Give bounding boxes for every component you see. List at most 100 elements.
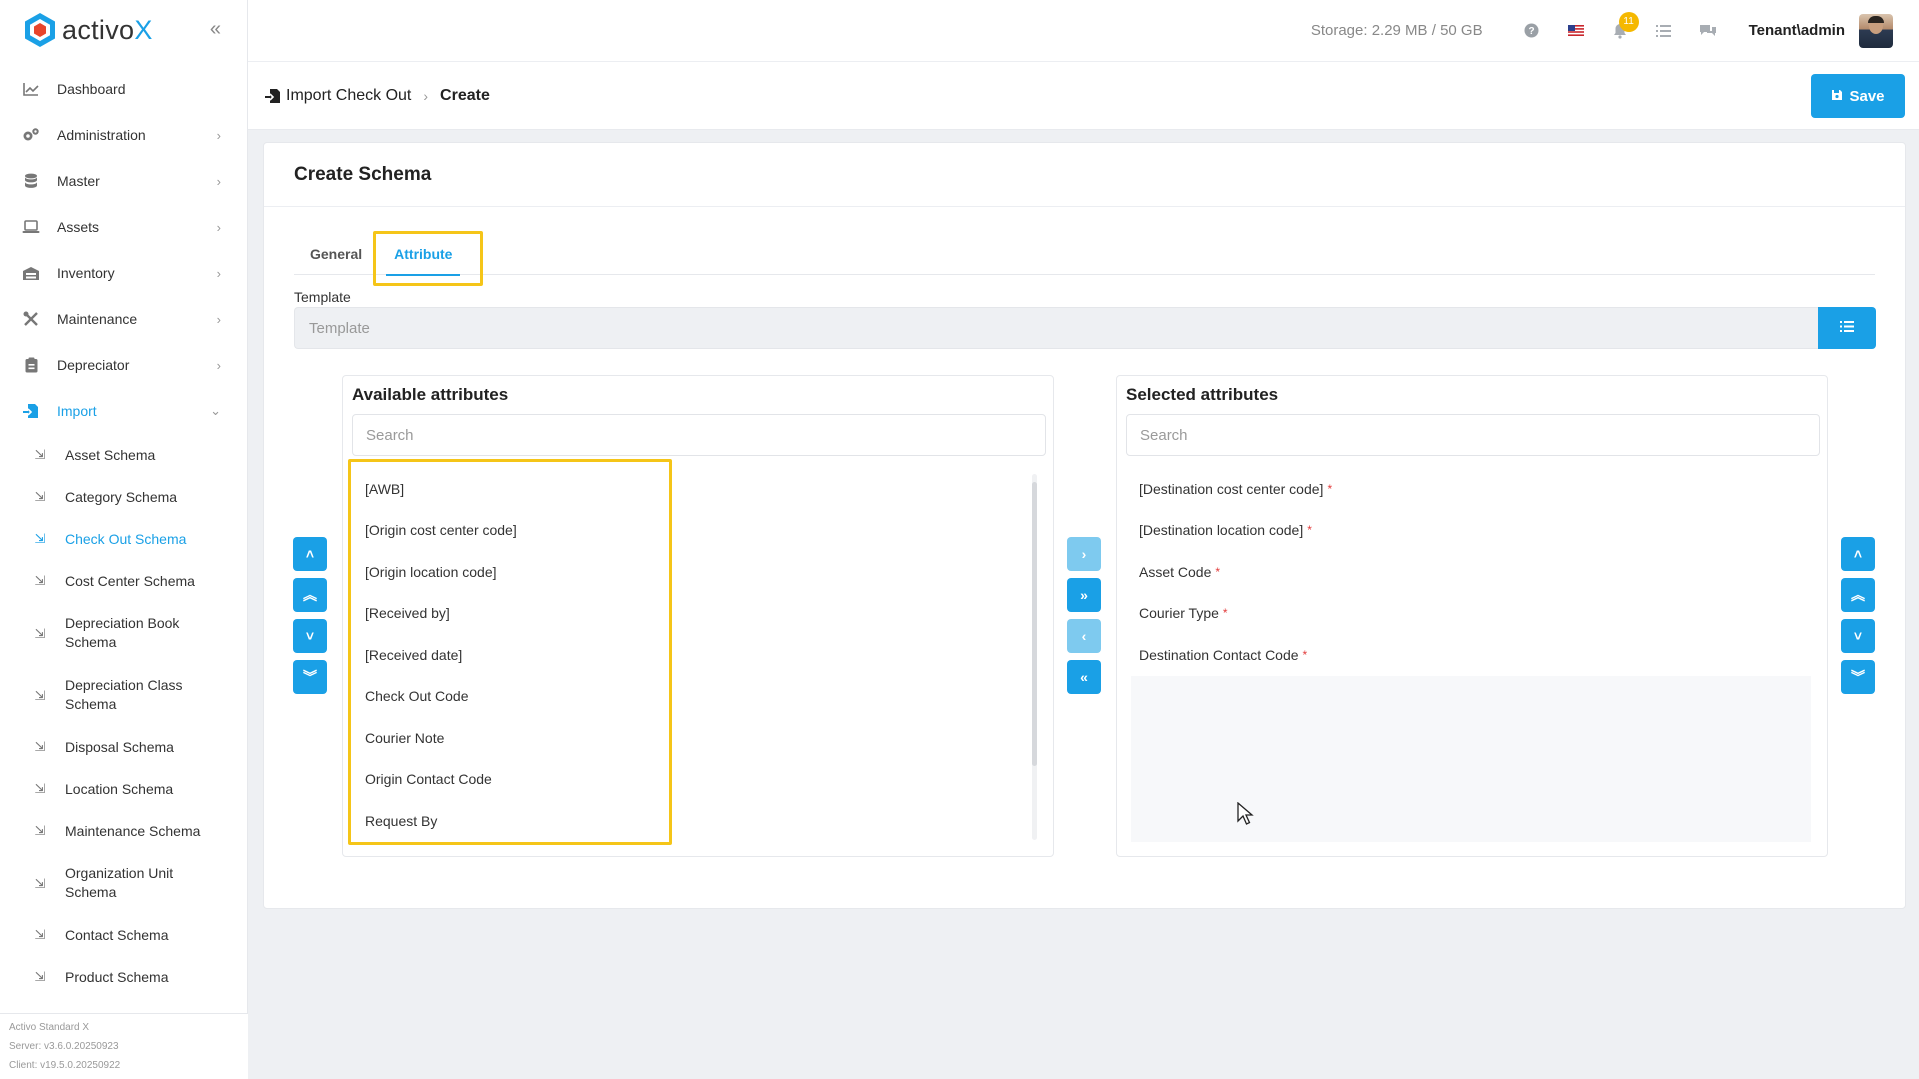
topbar: Storage: 2.29 MB / 50 GB ? 11 Tenant\adm… <box>248 0 1919 62</box>
list-item[interactable]: Courier Note <box>352 717 662 759</box>
save-button[interactable]: Save <box>1811 74 1905 118</box>
list-item[interactable]: [AWB] <box>352 468 662 510</box>
available-attributes-panel: Available attributes [AWB] [Origin cost … <box>342 375 1054 857</box>
available-attributes-title: Available attributes <box>352 385 509 404</box>
chevron-right-icon: › <box>216 311 221 327</box>
sidebar-subitem-depreciation-class-schema[interactable]: ⇲ Depreciation Class Schema <box>0 664 247 726</box>
list-item[interactable]: [Received date] <box>352 634 662 676</box>
sidebar-item-depreciator[interactable]: Depreciator › <box>0 342 247 388</box>
save-button-label: Save <box>1849 87 1885 105</box>
notification-bell-icon[interactable]: 11 <box>1609 11 1639 42</box>
list-item[interactable]: Asset Code * <box>1126 551 1820 593</box>
drop-zone[interactable] <box>1131 676 1811 842</box>
tab-general[interactable]: General <box>294 233 378 275</box>
sidebar-item-master[interactable]: Master › <box>0 158 247 204</box>
list-item[interactable]: Check Out Code <box>352 676 662 718</box>
template-picker-button[interactable] <box>1818 307 1876 349</box>
list-item-label: Destination Contact Code <box>1139 646 1299 663</box>
double-chevron-left-icon: « <box>1080 669 1088 685</box>
import-file-icon: ⇲ <box>34 781 46 796</box>
sidebar-subitem-product-schema[interactable]: ⇲ Product Schema <box>0 956 247 998</box>
tools-icon <box>22 310 40 328</box>
logo[interactable]: activoX « <box>0 0 247 60</box>
sidebar-item-maintenance[interactable]: Maintenance › <box>0 296 247 342</box>
sidebar-subitem-label: Category Schema <box>65 489 178 505</box>
selected-move-bottom-button[interactable]: ︾ <box>1841 660 1875 694</box>
list-item[interactable]: Destination Contact Code * <box>1126 634 1820 676</box>
sidebar: activoX « Dashboard Administration › Mas… <box>0 0 248 1079</box>
move-bottom-button[interactable]: ︾ <box>293 660 327 694</box>
move-all-right-button[interactable]: » <box>1067 578 1101 612</box>
sidebar-item-inventory[interactable]: Inventory › <box>0 250 247 296</box>
scrollbar-thumb[interactable] <box>1032 482 1037 766</box>
available-attributes-list: [AWB] [Origin cost center code] [Origin … <box>352 468 662 842</box>
sidebar-subitem-maintenance-schema[interactable]: ⇲ Maintenance Schema <box>0 810 247 852</box>
help-icon[interactable]: ? <box>1521 20 1543 42</box>
sidebar-item-label: Maintenance <box>57 311 138 327</box>
sidebar-item-import[interactable]: Import ⌄ <box>0 388 247 434</box>
list-item[interactable]: Request By <box>352 800 662 842</box>
tab-attribute[interactable]: Attribute <box>378 233 468 276</box>
selected-search-input[interactable] <box>1126 414 1820 456</box>
collapse-sidebar-icon[interactable]: « <box>210 18 221 41</box>
sidebar-subitem-asset-schema[interactable]: ⇲ Asset Schema <box>0 434 247 476</box>
template-field[interactable] <box>294 307 1818 349</box>
import-file-icon: ⇲ <box>34 875 46 891</box>
breadcrumb-parent[interactable]: Import Check Out <box>286 87 411 105</box>
available-scrollbar[interactable] <box>1032 474 1037 840</box>
list-item[interactable]: [Received by] <box>352 593 662 635</box>
available-search-input[interactable] <box>352 414 1046 456</box>
chat-icon[interactable] <box>1697 20 1719 42</box>
sidebar-subitem-label: Maintenance Schema <box>65 823 201 839</box>
selected-attributes-list: [Destination cost center code] * [Destina… <box>1126 468 1820 676</box>
svg-text:?: ? <box>1529 26 1535 37</box>
mouse-cursor-icon <box>1237 802 1254 825</box>
required-marker: * <box>1327 481 1333 496</box>
move-top-button[interactable]: ︽ <box>293 578 327 612</box>
list-item[interactable]: [Origin location code] <box>352 551 662 593</box>
user-name[interactable]: Tenant\admin <box>1749 22 1845 39</box>
import-file-icon: ⇲ <box>34 687 46 703</box>
chevron-right-icon: › <box>216 219 221 235</box>
list-item[interactable]: Courier Type * <box>1126 593 1820 635</box>
list-item[interactable]: Origin Contact Code <box>352 759 662 801</box>
sidebar-subitem-contact-schema[interactable]: ⇲ Contact Schema <box>0 914 247 956</box>
move-down-button[interactable]: ˅ <box>293 619 327 653</box>
chevron-right-icon: › <box>423 87 429 104</box>
chevron-up-icon: ˄ <box>305 546 315 562</box>
sidebar-subitem-check-out-schema[interactable]: ⇲ Check Out Schema <box>0 518 247 560</box>
sidebar-item-assets[interactable]: Assets › <box>0 204 247 250</box>
task-list-icon[interactable] <box>1653 20 1675 42</box>
selected-move-top-button[interactable]: ︽ <box>1841 578 1875 612</box>
chevron-right-icon: › <box>216 127 221 143</box>
sidebar-subitem-organization-unit-schema[interactable]: ⇲ Organization Unit Schema <box>0 852 247 914</box>
sidebar-subitem-depreciation-book-schema[interactable]: ⇲ Depreciation Book Schema <box>0 602 247 664</box>
selected-move-down-button[interactable]: ˅ <box>1841 619 1875 653</box>
sidebar-subitem-disposal-schema[interactable]: ⇲ Disposal Schema <box>0 726 247 768</box>
avatar[interactable] <box>1859 13 1893 48</box>
list-item-label: Courier Type <box>1139 605 1219 622</box>
move-left-button[interactable]: ‹ <box>1067 619 1101 653</box>
selected-move-up-button[interactable]: ˄ <box>1841 537 1875 571</box>
list-item[interactable]: [Destination location code] * <box>1126 510 1820 552</box>
list-item[interactable]: [Destination cost center code] * <box>1126 468 1820 510</box>
move-right-button[interactable]: › <box>1067 537 1101 571</box>
sidebar-item-label: Depreciator <box>57 357 130 373</box>
move-all-left-button[interactable]: « <box>1067 660 1101 694</box>
import-file-icon <box>264 87 282 105</box>
sidebar-subitem-cost-center-schema[interactable]: ⇲ Cost Center Schema <box>0 560 247 602</box>
sidebar-subitem-label: Disposal Schema <box>65 739 174 755</box>
import-file-icon: ⇲ <box>34 823 46 838</box>
sidebar-item-administration[interactable]: Administration › <box>0 112 247 158</box>
list-item[interactable]: [Origin cost center code] <box>352 510 662 552</box>
move-up-button[interactable]: ˄ <box>293 537 327 571</box>
sidebar-item-dashboard[interactable]: Dashboard <box>0 66 247 112</box>
double-chevron-down-icon: ︾ <box>303 669 317 685</box>
sidebar-subitem-category-schema[interactable]: ⇲ Category Schema <box>0 476 247 518</box>
tab-bar: General Attribute <box>294 233 1875 276</box>
sidebar-item-label: Import <box>57 403 97 419</box>
import-file-icon: ⇲ <box>34 625 46 641</box>
sidebar-subitem-location-schema[interactable]: ⇲ Location Schema <box>0 768 247 810</box>
us-flag-icon[interactable] <box>1565 20 1587 42</box>
sidebar-item-label: Inventory <box>57 265 115 281</box>
